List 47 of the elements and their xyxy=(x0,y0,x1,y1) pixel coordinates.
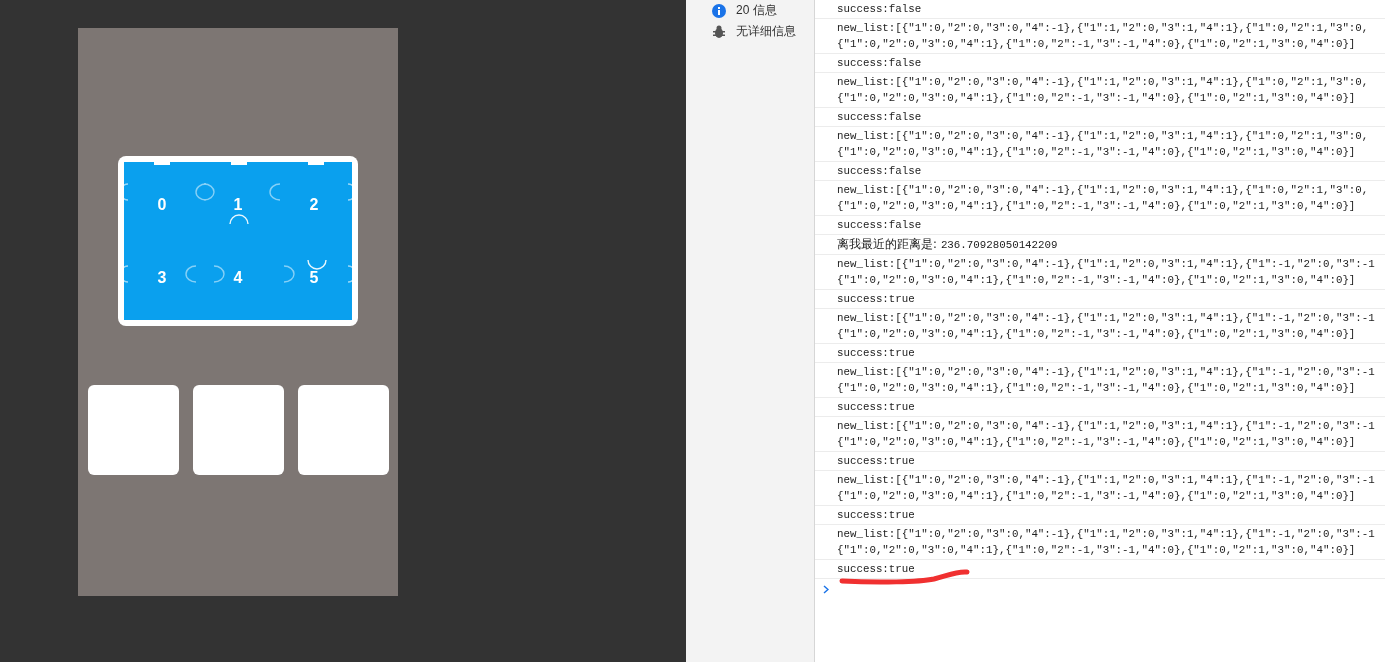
log-message: new_list:[{"1":0,"2":0,"3":0,"4":-1},{"1":1,"2":0,"3":1,"4":1},{"1":0,"2":1,"3":0, xyxy=(837,183,1370,198)
log-message: success:false xyxy=(837,2,923,17)
piece-number: 4 xyxy=(233,268,243,287)
bug-icon xyxy=(712,24,726,39)
log-message: {"1":0,"2":0,"3":0,"4":1},{"1":0,"2":-1,"3":-1,"4":0},{"1":0,"2":1,"3":0,"4":0}] xyxy=(837,37,1357,52)
log-message: {"1":0,"2":0,"3":0,"4":1},{"1":0,"2":-1,"3":-1,"4":0},{"1":0,"2":1,"3":0,"4":0}] xyxy=(837,435,1357,450)
log-message: success:false xyxy=(837,164,923,179)
log-message: {"1":0,"2":0,"3":0,"4":1},{"1":0,"2":-1,"3":-1,"4":0},{"1":0,"2":1,"3":0,"4":0}] xyxy=(837,489,1357,504)
drop-slot[interactable] xyxy=(87,385,179,475)
log-message: success:false xyxy=(837,110,923,125)
log-message: success:true xyxy=(837,562,916,577)
log-message: success:true xyxy=(837,400,916,415)
log-message: new_list:[{"1":0,"2":0,"3":0,"4":-1},{"1":1,"2":0,"3":1,"4":1},{"1":-1,"2":0,"3":-1 xyxy=(837,527,1376,542)
piece-number: 3 xyxy=(157,268,167,287)
log-message: new_list:[{"1":0,"2":0,"3":0,"4":-1},{"1":1,"2":0,"3":1,"4":1},{"1":0,"2":1,"3":0, xyxy=(837,129,1370,144)
sidebar-item[interactable]: 20 信息 xyxy=(736,2,777,19)
log-value: 236.70928050142209 xyxy=(940,239,1058,251)
sidebar-item[interactable]: 无详细信息 xyxy=(736,23,796,40)
log-message: success:false xyxy=(837,218,923,233)
log-message: new_list:[{"1":0,"2":0,"3":0,"4":-1},{"1":1,"2":0,"3":1,"4":1},{"1":-1,"2":0,"3":-1 xyxy=(837,257,1376,272)
log-message: new_list:[{"1":0,"2":0,"3":0,"4":-1},{"1":1,"2":0,"3":1,"4":1},{"1":-1,"2":0,"3":-1 xyxy=(837,473,1376,488)
log-message: {"1":0,"2":0,"3":0,"4":1},{"1":0,"2":-1,"3":-1,"4":0},{"1":0,"2":1,"3":0,"4":0}] xyxy=(837,327,1357,342)
piece-number: 0 xyxy=(157,195,167,214)
drop-slot[interactable] xyxy=(297,385,389,475)
log-label: 离我最近的距离是: xyxy=(837,237,937,251)
log-message: {"1":0,"2":0,"3":0,"4":1},{"1":0,"2":-1,"3":-1,"4":0},{"1":0,"2":1,"3":0,"4":0}] xyxy=(837,273,1357,288)
piece-number: 1 xyxy=(233,195,243,214)
log-message: new_list:[{"1":0,"2":0,"3":0,"4":-1},{"1":1,"2":0,"3":1,"4":1},{"1":0,"2":1,"3":0, xyxy=(837,75,1370,90)
log-message: {"1":0,"2":0,"3":0,"4":1},{"1":0,"2":-1,"3":-1,"4":0},{"1":0,"2":1,"3":0,"4":0}] xyxy=(837,91,1357,106)
log-message: success:true xyxy=(837,508,916,523)
log-message: {"1":0,"2":0,"3":0,"4":1},{"1":0,"2":-1,"3":-1,"4":0},{"1":0,"2":1,"3":0,"4":0}] xyxy=(837,199,1357,214)
log-message: success:true xyxy=(837,454,916,469)
info-icon xyxy=(712,3,726,18)
log-message: success:true xyxy=(837,346,916,361)
log-message: success:true xyxy=(837,292,916,307)
log-message: new_list:[{"1":0,"2":0,"3":0,"4":-1},{"1":1,"2":0,"3":1,"4":1},{"1":-1,"2":0,"3":-1 xyxy=(837,365,1376,380)
log-message: {"1":0,"2":0,"3":0,"4":1},{"1":0,"2":-1,"3":-1,"4":0},{"1":0,"2":1,"3":0,"4":0}] xyxy=(837,381,1357,396)
log-message: new_list:[{"1":0,"2":0,"3":0,"4":-1},{"1":1,"2":0,"3":1,"4":1},{"1":0,"2":1,"3":0, xyxy=(837,21,1370,36)
log-message: success:false xyxy=(837,56,923,71)
log-message: new_list:[{"1":0,"2":0,"3":0,"4":-1},{"1":1,"2":0,"3":1,"4":1},{"1":-1,"2":0,"3":-1 xyxy=(837,311,1376,326)
log-message: {"1":0,"2":0,"3":0,"4":1},{"1":0,"2":-1,"3":-1,"4":0},{"1":0,"2":1,"3":0,"4":0}] xyxy=(837,543,1357,558)
piece-number: 5 xyxy=(309,268,319,287)
drop-slot[interactable] xyxy=(192,385,284,475)
log-message: new_list:[{"1":0,"2":0,"3":0,"4":-1},{"1":1,"2":0,"3":1,"4":1},{"1":-1,"2":0,"3":-1 xyxy=(837,419,1376,434)
chevron-icon xyxy=(823,584,829,594)
log-message: {"1":0,"2":0,"3":0,"4":1},{"1":0,"2":-1,"3":-1,"4":0},{"1":0,"2":1,"3":0,"4":0}] xyxy=(837,145,1357,160)
piece-number: 2 xyxy=(309,195,319,214)
